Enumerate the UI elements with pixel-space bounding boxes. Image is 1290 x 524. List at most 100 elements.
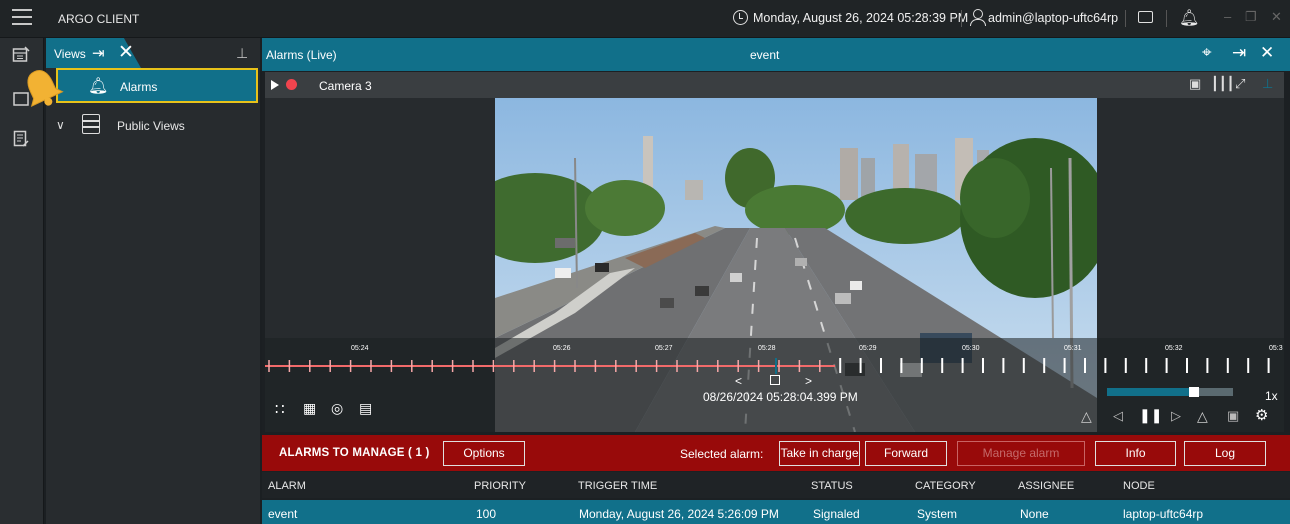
skip-end-icon[interactable]: ▣ bbox=[1227, 408, 1239, 424]
cell-node: laptop-uftc64rp bbox=[1123, 507, 1204, 521]
next-alarm-icon[interactable]: △ bbox=[1197, 408, 1208, 425]
chevron-down-icon[interactable]: ∨ bbox=[56, 118, 65, 132]
views-item-label: Alarms bbox=[120, 80, 158, 94]
camera-viewer[interactable]: Camera 3 ▣ ┃┃┃ ⤢ ⊥ 05:24 05:26 05:27 05:… bbox=[265, 72, 1284, 432]
cell-alarm: event bbox=[268, 507, 298, 521]
take-in-charge-button[interactable]: Take in charge bbox=[779, 441, 860, 466]
timeline-tick-label: 05:30 bbox=[962, 345, 980, 352]
timeline-tick-label: 05:26 bbox=[553, 345, 571, 352]
playback-speed: 1x bbox=[1265, 389, 1278, 403]
speed-fill bbox=[1107, 388, 1189, 396]
exit-icon[interactable]: ⇥ bbox=[92, 44, 105, 62]
list-view-icon bbox=[82, 114, 100, 134]
title-bar: ARGO CLIENT Monday, August 26, 2024 05:2… bbox=[0, 0, 1290, 38]
app-title: ARGO CLIENT bbox=[58, 12, 140, 26]
export-icon[interactable]: ▤ bbox=[359, 400, 372, 417]
fullscreen-icon[interactable]: ⤢ bbox=[1235, 76, 1245, 92]
column-header-node[interactable]: NODE bbox=[1123, 480, 1155, 492]
speed-knob[interactable] bbox=[1189, 387, 1199, 397]
location-pin-icon[interactable]: ⌖ bbox=[1202, 43, 1212, 63]
column-header-assignee[interactable]: ASSIGNEE bbox=[1018, 480, 1074, 492]
play-icon[interactable] bbox=[271, 80, 279, 90]
forward-button[interactable]: Forward bbox=[865, 441, 947, 466]
alarm-bell-overlay-icon bbox=[27, 70, 64, 107]
chat-icon[interactable] bbox=[1138, 11, 1153, 23]
grid-icon[interactable]: ∷ bbox=[275, 400, 285, 418]
log-button[interactable]: Log bbox=[1184, 441, 1266, 466]
cell-status: Signaled bbox=[813, 507, 860, 521]
timeline-tick-label: 05:27 bbox=[655, 345, 673, 352]
step-forward-icon[interactable]: > bbox=[805, 374, 812, 388]
manage-alarm-button[interactable]: Manage alarm bbox=[957, 441, 1085, 466]
snapshot-icon[interactable]: ▣ bbox=[1189, 76, 1201, 92]
camera-snapshot-icon[interactable]: ◎ bbox=[331, 400, 343, 417]
playback-speed-slider[interactable] bbox=[1107, 387, 1233, 397]
settings-gear-icon[interactable]: ⚙ bbox=[1255, 406, 1268, 424]
close-icon[interactable]: ✕ bbox=[1260, 43, 1274, 63]
restore-icon[interactable]: ❐ bbox=[1245, 9, 1257, 25]
camera-toolbar: Camera 3 ▣ ┃┃┃ ⤢ ⊥ bbox=[265, 72, 1284, 98]
column-header-status[interactable]: STATUS bbox=[811, 480, 853, 492]
stop-icon[interactable] bbox=[770, 375, 780, 385]
timeline-tick-label: 05:24 bbox=[351, 345, 369, 352]
options-button[interactable]: Options bbox=[443, 441, 525, 466]
cell-assignee: None bbox=[1020, 507, 1049, 521]
calendar-edit-icon[interactable] bbox=[12, 46, 30, 64]
clock-icon bbox=[733, 10, 748, 25]
close-window-icon[interactable]: ✕ bbox=[1271, 9, 1282, 25]
timeline-ruler[interactable] bbox=[265, 358, 1284, 374]
selected-alarm-label: Selected alarm: bbox=[680, 447, 764, 461]
cell-trigger-time: Monday, August 26, 2024 5:26:09 PM bbox=[579, 507, 779, 521]
column-header-category[interactable]: CATEGORY bbox=[915, 480, 976, 492]
playback-timeline[interactable]: 05:24 05:26 05:27 05:28 05:29 05:30 05:3… bbox=[265, 338, 1284, 432]
recording-indicator-icon bbox=[286, 79, 297, 90]
views-item-alarms[interactable]: 🔔︎ Alarms bbox=[56, 68, 258, 103]
timeline-tick-label: 05:29 bbox=[859, 345, 877, 352]
calendar-icon[interactable]: ▦ bbox=[303, 400, 316, 417]
skip-forward-icon[interactable]: ▷ bbox=[1171, 408, 1181, 424]
exit-icon[interactable]: ⇥ bbox=[1232, 43, 1246, 63]
timeline-tick-label: 05:3 bbox=[1269, 345, 1283, 352]
cell-priority: 100 bbox=[476, 507, 497, 521]
current-user[interactable]: admin@laptop-uftc64rp bbox=[988, 11, 1118, 25]
info-button[interactable]: Info bbox=[1095, 441, 1176, 466]
timeline-tick-label: 05:32 bbox=[1165, 345, 1183, 352]
user-icon bbox=[970, 9, 986, 26]
alarms-to-manage-bar: ALARMS TO MANAGE ( 1 ) Options Selected … bbox=[262, 435, 1290, 471]
step-back-icon[interactable]: < bbox=[735, 374, 742, 388]
alarm-table-header: ALARM PRIORITY TRIGGER TIME STATUS CATEG… bbox=[262, 472, 1290, 498]
timeline-tick-label: 05:31 bbox=[1064, 345, 1082, 352]
playback-timestamp: 08/26/2024 05:28:04.399 PM bbox=[703, 390, 858, 404]
divider bbox=[1166, 10, 1167, 27]
signal-bars-icon[interactable]: ┃┃┃ bbox=[1211, 76, 1234, 92]
camera-name: Camera 3 bbox=[319, 79, 372, 93]
bell-icon: 🔔︎ bbox=[88, 78, 109, 95]
alarms-live-panel: Alarms (Live) event ⌖ ⇥ ✕ Camera 3 ▣ ┃┃┃… bbox=[262, 38, 1290, 524]
hamburger-menu-icon[interactable] bbox=[12, 9, 32, 27]
close-icon[interactable]: ✕ bbox=[118, 41, 134, 64]
pin-icon[interactable]: ⊥ bbox=[1262, 76, 1273, 92]
panel-event-title: event bbox=[750, 48, 780, 62]
views-tab-label: Views bbox=[54, 47, 86, 61]
column-header-priority[interactable]: PRIORITY bbox=[474, 480, 526, 492]
timeline-tick-label: 05:28 bbox=[758, 345, 776, 352]
report-icon[interactable] bbox=[12, 130, 30, 148]
skip-back-icon[interactable]: ◁ bbox=[1113, 408, 1123, 424]
views-item-label[interactable]: Public Views bbox=[117, 119, 185, 133]
column-header-trigger-time[interactable]: TRIGGER TIME bbox=[578, 480, 657, 492]
minimize-icon[interactable]: – bbox=[1224, 9, 1231, 24]
divider bbox=[961, 10, 962, 27]
pause-icon[interactable]: ❚❚ bbox=[1139, 407, 1162, 424]
pin-icon[interactable]: ⊥ bbox=[236, 45, 248, 62]
prev-alarm-icon[interactable]: △ bbox=[1081, 408, 1092, 425]
panel-header: Alarms (Live) event ⌖ ⇥ ✕ bbox=[262, 38, 1290, 71]
current-datetime: Monday, August 26, 2024 05:28:39 PM bbox=[753, 11, 969, 25]
alarms-to-manage-title: ALARMS TO MANAGE ( 1 ) bbox=[279, 447, 430, 459]
views-panel: Views ⇥ ✕ ⊥ 🔔︎ Alarms ∨ Public Views bbox=[27, 38, 260, 524]
notification-bell-icon[interactable]: 🔔︎ bbox=[1179, 8, 1199, 28]
panel-title: Alarms (Live) bbox=[266, 48, 337, 62]
divider bbox=[1125, 10, 1126, 27]
table-row[interactable]: event 100 Monday, August 26, 2024 5:26:0… bbox=[262, 500, 1290, 524]
column-header-alarm[interactable]: ALARM bbox=[268, 480, 306, 492]
cell-category: System bbox=[917, 507, 958, 521]
